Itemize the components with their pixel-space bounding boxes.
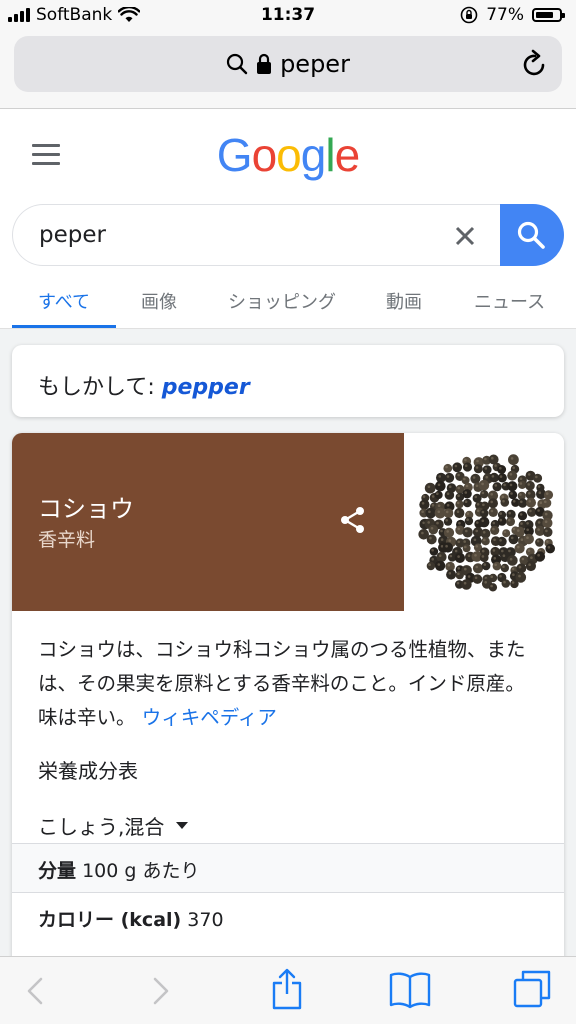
logo-letter: o (276, 129, 302, 181)
share-icon[interactable] (338, 505, 368, 535)
tab-videos[interactable]: 動画 (386, 288, 422, 314)
active-tab-indicator (12, 325, 116, 328)
search-icon (226, 53, 248, 75)
knowledge-panel: コショウ 香辛料 コショウは、コショウ科コショウ属のつる性植物、または、その果実… (12, 433, 564, 973)
search-query: peper (39, 222, 106, 248)
forward-icon[interactable] (150, 971, 172, 1011)
did-you-mean-card: もしかして: pepper (12, 345, 564, 417)
nutrition-key: 分量 (38, 860, 77, 882)
address-bar[interactable]: peper (14, 36, 562, 92)
status-right: 77% (460, 5, 565, 25)
tab-shopping[interactable]: ショッピング (228, 288, 336, 314)
share-icon[interactable] (270, 967, 304, 1011)
google-logo[interactable]: Google (0, 128, 576, 182)
entity-description: コショウは、コショウ科コショウ属のつる性植物、または、その果実を原料とする香辛料… (38, 633, 542, 735)
reload-icon[interactable] (522, 49, 548, 77)
entity-title: コショウ (38, 495, 134, 523)
nutrition-key: カロリー (kcal) (38, 909, 182, 931)
screen: SoftBank 11:37 77% peper Google peper すべ… (0, 0, 576, 1024)
entity-subtitle: 香辛料 (38, 529, 96, 551)
description-text: コショウは、コショウ科コショウ属のつる性植物、または、その果実を原料とする香辛料… (38, 638, 526, 729)
search-input[interactable]: peper (12, 204, 500, 266)
logo-letter: e (334, 129, 361, 181)
battery-icon (532, 8, 565, 22)
peppercorn-pile-image (418, 454, 555, 592)
bookmarks-icon[interactable] (388, 969, 432, 1009)
knowledge-panel-header: コショウ 香辛料 (12, 433, 404, 611)
did-you-mean: もしかして: pepper (38, 369, 250, 401)
nutrition-value: 100 g あたり (82, 860, 200, 882)
search-button[interactable] (500, 204, 564, 266)
nutrition-item-dropdown[interactable]: こしょう,混合 (38, 811, 189, 840)
suggestion-link[interactable]: pepper (162, 375, 250, 400)
logo-letter: g (300, 129, 327, 181)
nutrition-value: 370 (187, 909, 224, 931)
clear-icon[interactable] (452, 223, 478, 249)
logo-letter: l (325, 129, 335, 181)
battery-percent: 77% (486, 5, 524, 25)
tab-news[interactable]: ニュース (474, 288, 545, 314)
nutrition-row: カロリー (kcal) 370 (12, 893, 564, 943)
nutrition-row: 分量 100 g あたり (12, 843, 564, 893)
search-icon (517, 221, 545, 249)
logo-letter: G (216, 129, 253, 181)
status-bar: SoftBank 11:37 77% (0, 0, 576, 32)
logo-letter: o (251, 129, 278, 181)
browser-toolbar: peper (0, 32, 576, 109)
orientation-lock-icon (460, 6, 478, 24)
tab-all[interactable]: すべて (38, 288, 90, 314)
address-content: peper (14, 50, 562, 78)
nutrition-heading: 栄養成分表 (38, 759, 138, 783)
browser-bottom-toolbar (0, 956, 576, 1024)
dropdown-caret-icon (176, 822, 189, 829)
tab-images[interactable]: 画像 (141, 288, 177, 314)
url-text: peper (280, 50, 350, 78)
did-you-mean-prefix: もしかして: (38, 375, 162, 400)
search-tabs: すべて 画像 ショッピング 動画 ニュース (0, 280, 576, 329)
wikipedia-link[interactable]: ウィキペディア (142, 706, 277, 729)
nutrition-item-label: こしょう,混合 (38, 815, 165, 839)
back-icon[interactable] (24, 971, 46, 1011)
battery-level (536, 12, 553, 18)
lock-icon (257, 53, 272, 74)
tabs-icon[interactable] (512, 969, 552, 1009)
peppercorn-image[interactable] (404, 433, 564, 611)
